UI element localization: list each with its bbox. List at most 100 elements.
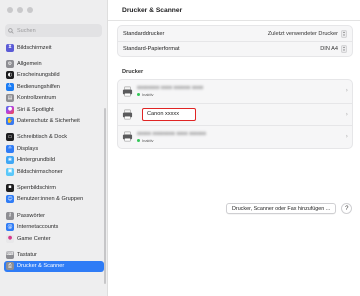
printer-row-2[interactable]: Canon xxxxx › (118, 102, 352, 126)
keyboard-icon: ⌨ (6, 250, 14, 259)
sidebar-item-tastatur[interactable]: ⌨ Tastatur (4, 249, 104, 260)
sidebar-scrollbar[interactable] (104, 108, 106, 284)
sidebar-item-label: Game Center (17, 235, 51, 242)
default-printer-value: Zuletzt verwendeter Drucker (267, 30, 338, 37)
hourglass-icon: ⧗ (6, 43, 14, 52)
gear-icon: ⚙ (6, 60, 14, 69)
siri-icon: ● (6, 105, 14, 114)
window-controls (7, 7, 33, 13)
printers-list: xxxxxxxx xxxx xxxxxx xxxx Inaktiv › Cano… (117, 79, 353, 149)
display-icon: ☼ (6, 144, 14, 153)
sidebar-item-label: Sperrbildschirm (17, 184, 56, 191)
game-center-icon: ● (6, 234, 14, 243)
default-paper-select[interactable]: DIN A4 ▴ ▾ (320, 45, 347, 53)
at-icon: @ (6, 223, 14, 232)
sidebar-item-label: Benutzer:innen & Gruppen (17, 196, 84, 203)
default-printer-row: Standarddrucker Zuletzt verwendeter Druc… (118, 26, 352, 41)
default-printer-label: Standarddrucker (123, 30, 165, 37)
printer-row-3[interactable]: xxxxx xxxxxxxx xxxx xxxxxx Inaktiv › (118, 125, 352, 148)
default-paper-row: Standard-Papierformat DIN A4 ▴ ▾ (118, 41, 352, 56)
printer-status-text: Inaktiv (142, 137, 154, 143)
sidebar-item-label: Drucker & Scanner (17, 263, 65, 270)
sidebar-item-bildschirmzeit[interactable]: ⧗ Bildschirmzeit (4, 42, 104, 53)
status-dot-icon (137, 138, 140, 142)
printer-icon (122, 86, 133, 97)
printer-name: xxxxxxxx xxxx xxxxxx xxxx (137, 85, 204, 92)
sidebar-item-label: Tastatur (17, 251, 37, 258)
sidebar-item-bedienungshilfen[interactable]: ♿ Bedienungshilfen (4, 81, 104, 92)
printer-name-highlight: Canon xxxxx (142, 107, 196, 121)
status-dot-icon (137, 93, 140, 97)
sidebar-item-schreibtisch-dock[interactable]: ▭ Schreibtisch & Dock (4, 132, 104, 143)
defaults-group: Standarddrucker Zuletzt verwendeter Druc… (117, 25, 353, 57)
default-paper-label: Standard-Papierformat (123, 46, 180, 52)
appearance-icon: ◐ (6, 71, 14, 80)
default-paper-value: DIN A4 (320, 46, 338, 52)
search-icon (8, 27, 14, 34)
users-icon: ☺ (6, 195, 14, 204)
sidebar-item-drucker-scanner[interactable]: ⎙ Drucker & Scanner (4, 260, 104, 273)
wallpaper-icon: ❀ (6, 156, 14, 165)
sidebar-item-label: Kontrollzentrum (17, 95, 57, 102)
page-title: Drucker & Scanner (122, 7, 183, 14)
main-pane: Drucker & Scanner Standarddrucker Zuletz… (108, 0, 360, 296)
sidebar-item-label: Siri & Spotlight (17, 106, 54, 113)
bottom-actions: Drucker, Scanner oder Fax hinzufügen ...… (226, 203, 353, 214)
sidebar-item-label: Allgemein (17, 61, 42, 68)
close-window-button[interactable] (7, 7, 13, 13)
sidebar-item-kontrollzentrum[interactable]: ▤ Kontrollzentrum (4, 93, 104, 104)
hand-icon: ✋ (6, 117, 14, 126)
search-placeholder: Suchen (17, 27, 36, 34)
sidebar-item-erscheinungsbild[interactable]: ◐ Erscheinungsbild (4, 70, 104, 81)
sidebar-item-label: Internetaccounts (17, 224, 59, 231)
printer-row-1[interactable]: xxxxxxxx xxxx xxxxxx xxxx Inaktiv › (118, 80, 352, 103)
key-icon: ⚷ (6, 211, 14, 220)
printer-name: Canon xxxxx (147, 111, 180, 117)
title-divider (108, 20, 360, 21)
chevron-right-icon: › (345, 133, 348, 140)
control-center-icon: ▤ (6, 94, 14, 103)
printer-name: xxxxx xxxxxxxx xxxx xxxxxx (137, 130, 206, 137)
system-settings-window: Suchen ⧗ Bildschirmzeit ⚙ Allgemein ◐ Er… (0, 0, 360, 296)
printer-status-text: Inaktiv (142, 92, 154, 98)
zoom-window-button[interactable] (27, 7, 33, 13)
chevron-right-icon: › (345, 87, 348, 94)
sidebar-item-game-center[interactable]: ● Game Center (4, 233, 104, 244)
accessibility-icon: ♿ (6, 82, 14, 91)
printer-status: Inaktiv (137, 138, 206, 143)
sidebar-item-siri-spotlight[interactable]: ● Siri & Spotlight (4, 104, 104, 115)
help-button[interactable]: ? (341, 203, 353, 214)
sidebar-item-internetaccounts[interactable]: @ Internetaccounts (4, 221, 104, 232)
sidebar-item-label: Displays (17, 145, 39, 152)
sidebar-item-label: Bedienungshilfen (17, 83, 60, 90)
sidebar-item-label: Passwörter (17, 212, 45, 219)
sidebar-item-passwoerter[interactable]: ⚷ Passwörter (4, 210, 104, 221)
printers-heading: Drucker (122, 69, 144, 75)
sidebar-item-allgemein[interactable]: ⚙ Allgemein (4, 58, 104, 69)
printer-icon (122, 131, 133, 142)
default-printer-select[interactable]: Zuletzt verwendeter Drucker ▴ ▾ (267, 29, 347, 38)
sidebar-item-label: Hintergrundbild (17, 157, 55, 164)
sidebar-nav: ⧗ Bildschirmzeit ⚙ Allgemein ◐ Erscheinu… (4, 42, 104, 273)
popup-arrows-icon: ▴ ▾ (341, 45, 347, 53)
sidebar-item-displays[interactable]: ☼ Displays (4, 143, 104, 154)
dock-icon: ▭ (6, 133, 14, 142)
sidebar: Suchen ⧗ Bildschirmzeit ⚙ Allgemein ◐ Er… (0, 0, 108, 296)
lock-icon: ▪ (6, 183, 14, 192)
sidebar-item-sperrbildschirm[interactable]: ▪ Sperrbildschirm (4, 182, 104, 193)
sidebar-item-label: Schreibtisch & Dock (17, 134, 68, 141)
printer-icon (122, 109, 133, 120)
sidebar-item-label: Bildschirmschoner (17, 168, 63, 175)
sidebar-item-label: Bildschirmzeit (17, 44, 52, 51)
printer-icon: ⎙ (6, 262, 14, 271)
sidebar-item-benutzer-gruppen[interactable]: ☺ Benutzer:innen & Gruppen (4, 194, 104, 205)
add-printer-button[interactable]: Drucker, Scanner oder Fax hinzufügen ... (226, 203, 337, 214)
popup-arrows-icon: ▴ ▾ (341, 29, 347, 38)
minimize-window-button[interactable] (17, 7, 23, 13)
screensaver-icon: ▣ (6, 167, 14, 176)
sidebar-item-hintergrundbild[interactable]: ❀ Hintergrundbild (4, 155, 104, 166)
sidebar-item-bildschirmschoner[interactable]: ▣ Bildschirmschoner (4, 166, 104, 177)
sidebar-item-label: Erscheinungsbild (17, 72, 60, 79)
sidebar-item-datenschutz[interactable]: ✋ Datenschutz & Sicherheit (4, 115, 104, 126)
search-field[interactable]: Suchen (5, 24, 102, 37)
